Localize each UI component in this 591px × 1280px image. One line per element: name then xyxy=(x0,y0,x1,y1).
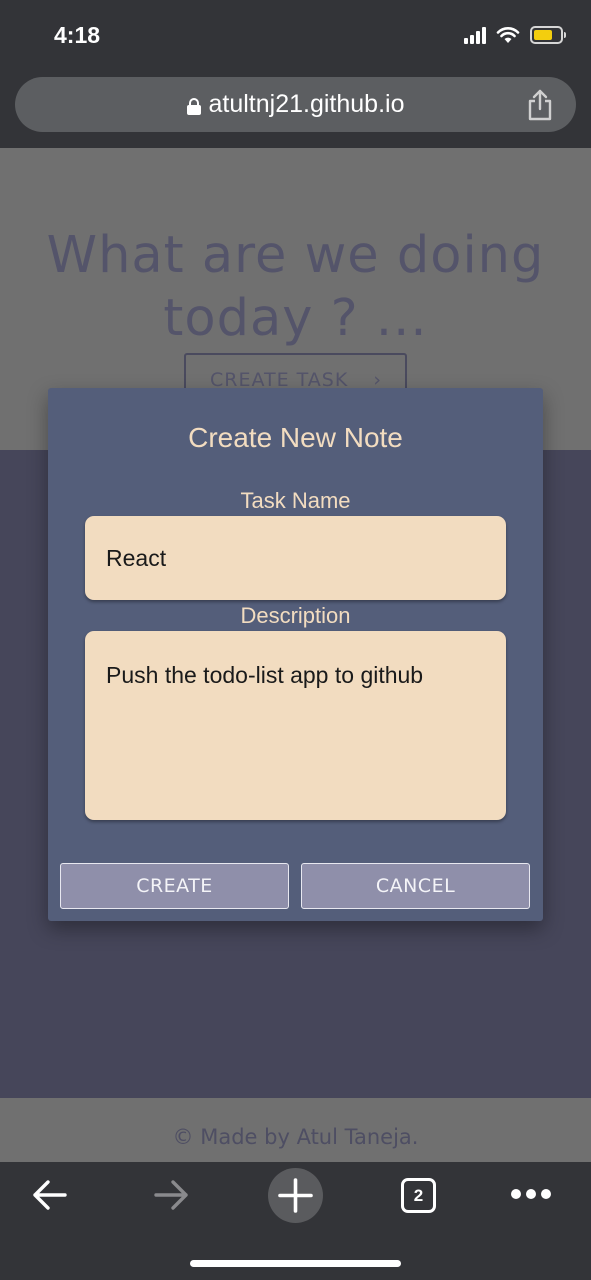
more-icon[interactable] xyxy=(510,1187,552,1201)
clock: 4:18 xyxy=(54,22,101,48)
plus-icon xyxy=(278,1178,313,1213)
forward-icon[interactable] xyxy=(153,1176,191,1214)
share-icon[interactable] xyxy=(526,89,554,121)
create-note-modal: Create New Note Task Name React Descript… xyxy=(48,388,543,921)
tabs-button[interactable]: 2 xyxy=(401,1178,436,1213)
wifi-icon xyxy=(496,27,520,43)
browser-top-bar: atultnj21.github.io xyxy=(0,72,591,148)
signal-icon xyxy=(464,26,486,44)
create-button[interactable]: CREATE xyxy=(60,863,289,909)
status-bar: 4:18 xyxy=(0,0,591,72)
modal-title: Create New Note xyxy=(188,422,403,453)
address-bar[interactable]: atultnj21.github.io xyxy=(15,77,576,132)
home-indicator xyxy=(190,1260,401,1267)
cancel-button[interactable]: CANCEL xyxy=(301,863,530,909)
browser-toolbar: 2 xyxy=(0,1162,591,1280)
footer: © Made by Atul Taneja. xyxy=(0,1098,591,1162)
url-text: atultnj21.github.io xyxy=(208,90,405,118)
page-heading: What are we doing today ? ... xyxy=(46,226,545,348)
footer-text: © Made by Atul Taneja. xyxy=(172,1125,419,1149)
description-textarea[interactable]: Push the todo-list app to github xyxy=(85,631,506,820)
task-name-input[interactable]: React xyxy=(85,516,506,600)
task-name-label: Task Name xyxy=(240,488,351,513)
lock-icon xyxy=(186,97,201,115)
description-label: Description xyxy=(240,603,351,628)
back-icon[interactable] xyxy=(30,1176,68,1214)
new-tab-button[interactable] xyxy=(268,1168,323,1223)
status-icons xyxy=(464,26,566,44)
battery-icon xyxy=(530,26,566,44)
